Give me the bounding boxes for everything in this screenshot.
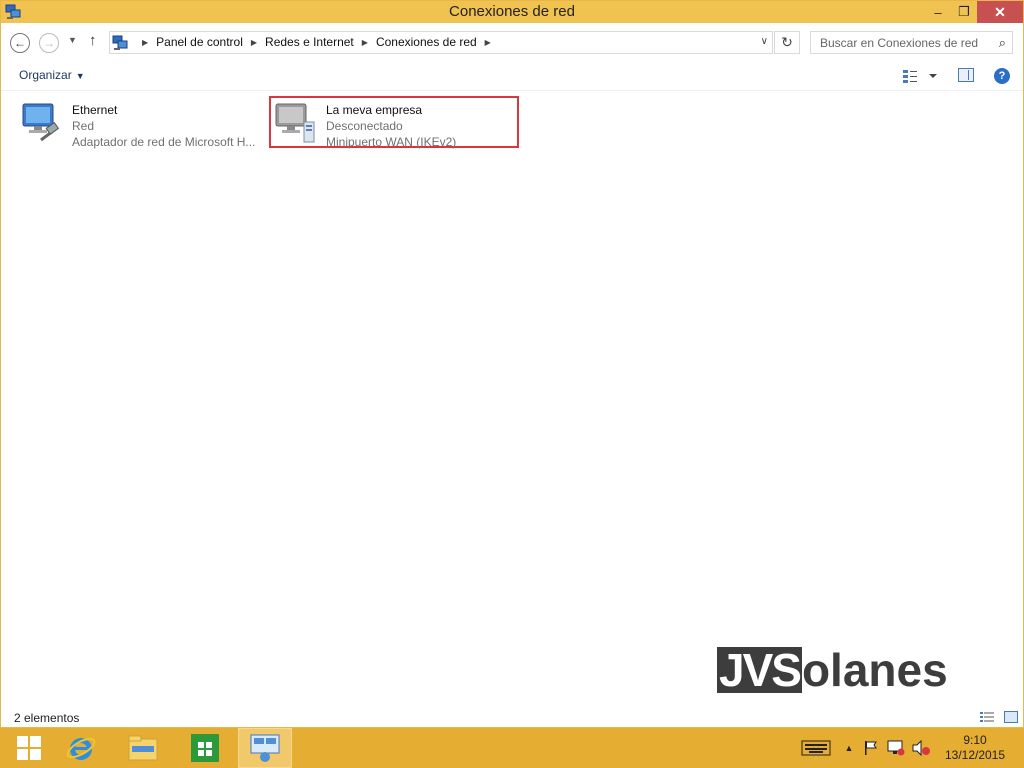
connection-text: La meva empresa Desconectado Minipuerto …: [326, 102, 456, 150]
start-button[interactable]: [0, 728, 58, 768]
connection-name: La meva empresa: [326, 103, 423, 117]
show-hidden-icons-chevron-icon[interactable]: ▲: [842, 728, 856, 768]
tiles-view-icon[interactable]: [1004, 711, 1018, 723]
breadcrumb-separator-icon[interactable]: ▶: [362, 38, 368, 47]
watermark-rest-text: olanes: [801, 644, 948, 696]
search-box[interactable]: ⌕: [810, 31, 1013, 54]
internet-explorer-icon: [66, 737, 96, 760]
taskbar-network-connections[interactable]: [238, 728, 292, 768]
breadcrumb-network-internet[interactable]: Redes e Internet: [265, 35, 354, 49]
breadcrumb-separator-icon[interactable]: ▶: [142, 38, 148, 47]
window-title: Conexiones de red: [449, 3, 575, 20]
jvsolanes-watermark-logo: JVS olanes: [717, 647, 948, 693]
connection-device: Adaptador de red de Microsoft H...: [72, 135, 256, 149]
watermark-box-text: JVS: [717, 644, 802, 696]
title-bar[interactable]: Conexiones de red – ❐ ✕: [1, 1, 1023, 23]
network-connections-window: Conexiones de red – ❐ ✕ ← → ▼ ↑ ▶ Panel …: [0, 0, 1024, 728]
search-input[interactable]: [811, 32, 986, 53]
clock-date: 13/12/2015: [944, 748, 1006, 762]
help-icon[interactable]: ?: [994, 68, 1010, 84]
change-view-icon[interactable]: [903, 68, 939, 84]
action-center-flag-icon[interactable]: [862, 728, 880, 768]
store-icon: [191, 734, 219, 762]
vpn-connection-icon: [275, 103, 315, 143]
details-view-icon[interactable]: [980, 711, 994, 723]
volume-muted-icon[interactable]: [910, 728, 932, 768]
network-status-icon[interactable]: [886, 728, 906, 768]
address-dropdown-icon[interactable]: ∨: [761, 36, 768, 47]
connection-item-ethernet[interactable]: Ethernet Red Adaptador de red de Microso…: [15, 96, 261, 150]
taskbar-store[interactable]: [176, 728, 234, 768]
address-bar[interactable]: ▶ Panel de control ▶ Redes e Internet ▶ …: [109, 31, 773, 54]
organize-label: Organizar: [19, 68, 72, 82]
connection-name: Ethernet: [72, 103, 118, 117]
network-connections-icon: [112, 35, 128, 50]
up-button[interactable]: ↑: [89, 32, 97, 49]
connection-item-vpn[interactable]: La meva empresa Desconectado Minipuerto …: [269, 96, 519, 150]
start-icon: [17, 736, 41, 760]
breadcrumb-control-panel[interactable]: Panel de control: [156, 35, 243, 49]
forward-button[interactable]: →: [39, 33, 59, 53]
status-bar: 2 elementos: [1, 706, 1023, 728]
recent-locations-chevron-icon[interactable]: ▼: [68, 35, 77, 45]
connection-text: Ethernet Red Adaptador de red de Microso…: [72, 102, 255, 150]
breadcrumb-separator-icon[interactable]: ▶: [485, 38, 491, 47]
item-count: 2 elementos: [14, 711, 80, 725]
refresh-button[interactable]: ↻: [774, 31, 800, 54]
minimize-button[interactable]: –: [925, 1, 951, 23]
close-button[interactable]: ✕: [977, 1, 1023, 23]
breadcrumb: ▶ Panel de control ▶ Redes e Internet ▶ …: [134, 35, 499, 49]
back-button[interactable]: ←: [10, 33, 30, 53]
file-explorer-icon: [128, 735, 158, 761]
navigation-bar: ← → ▼ ↑ ▶ Panel de control ▶ Redes e Int…: [1, 23, 1023, 61]
breadcrumb-network-connections[interactable]: Conexiones de red: [376, 35, 477, 49]
connection-status: Desconectado: [326, 119, 403, 133]
command-bar: Organizar ▼ ?: [1, 61, 1023, 91]
taskbar-file-explorer[interactable]: [114, 728, 172, 768]
chevron-down-icon: ▼: [75, 71, 85, 81]
restore-button[interactable]: ❐: [951, 1, 977, 23]
search-icon[interactable]: ⌕: [999, 35, 1006, 51]
preview-pane-icon[interactable]: [958, 68, 974, 82]
system-clock[interactable]: 9:10 13/12/2015: [940, 733, 1010, 763]
breadcrumb-separator-icon[interactable]: ▶: [251, 38, 257, 47]
clock-time: 9:10: [963, 733, 987, 747]
connections-list: Ethernet Red Adaptador de red de Microso…: [1, 92, 1023, 704]
connection-status: Red: [72, 119, 95, 133]
taskbar-internet-explorer[interactable]: [52, 728, 110, 768]
ethernet-adapter-icon: [22, 103, 60, 142]
organize-button[interactable]: Organizar ▼: [19, 68, 85, 82]
taskbar: ▲ 9:10 13/12/2015: [0, 728, 1024, 768]
connection-device: Minipuerto WAN (IKEv2): [326, 135, 457, 149]
keyboard-icon[interactable]: [800, 728, 832, 768]
network-connections-icon: [250, 734, 280, 762]
